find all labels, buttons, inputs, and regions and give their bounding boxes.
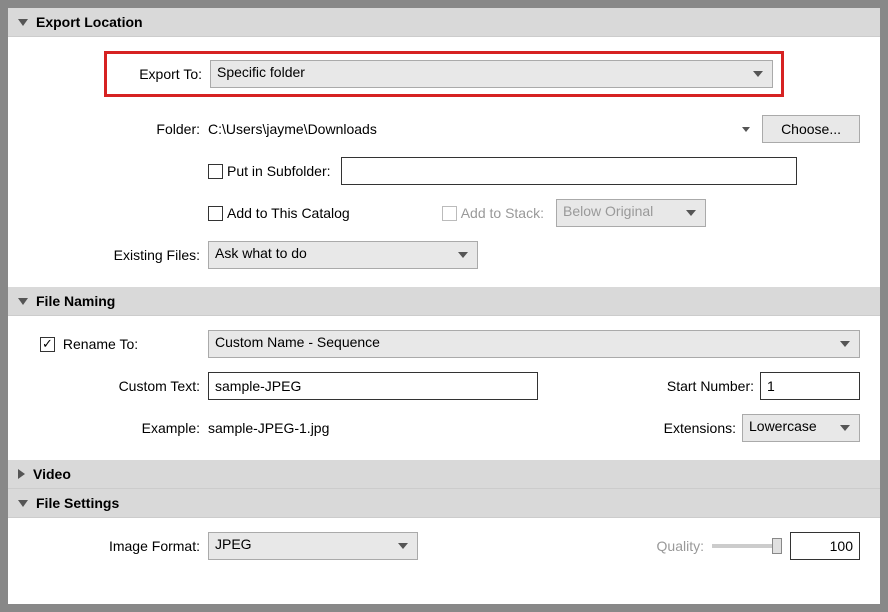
section-header-file-settings[interactable]: File Settings <box>8 489 880 518</box>
slider-thumb[interactable] <box>772 538 782 554</box>
existing-files-label: Existing Files: <box>28 247 208 263</box>
put-in-subfolder-label: Put in Subfolder: <box>227 163 331 179</box>
export-to-select[interactable]: Specific folder <box>210 60 773 88</box>
extensions-select[interactable]: Lowercase <box>742 414 860 442</box>
rename-template-select[interactable]: Custom Name - Sequence <box>208 330 860 358</box>
start-number-input[interactable] <box>760 372 860 400</box>
section-title: File Naming <box>36 293 115 309</box>
section-body-export-location: Export To: Specific folder Folder: C:\Us… <box>8 37 880 287</box>
image-format-select[interactable]: JPEG <box>208 532 418 560</box>
add-to-stack-label: Add to Stack: <box>461 205 544 221</box>
custom-text-input[interactable] <box>208 372 538 400</box>
quality-label: Quality: <box>657 538 704 554</box>
folder-dropdown-icon[interactable] <box>742 127 750 132</box>
export-to-highlight: Export To: Specific folder <box>104 51 784 97</box>
add-to-stack-checkbox <box>442 206 457 221</box>
disclosure-icon <box>18 298 28 305</box>
disclosure-icon <box>18 500 28 507</box>
choose-button[interactable]: Choose... <box>762 115 860 143</box>
folder-label: Folder: <box>28 121 208 137</box>
extensions-label: Extensions: <box>664 420 736 436</box>
section-title: Export Location <box>36 14 143 30</box>
put-in-subfolder-checkbox[interactable] <box>208 164 223 179</box>
rename-to-checkbox[interactable] <box>40 337 55 352</box>
subfolder-input[interactable] <box>341 157 797 185</box>
disclosure-icon <box>18 19 28 26</box>
section-header-file-naming[interactable]: File Naming <box>8 287 880 316</box>
export-to-label: Export To: <box>115 66 210 82</box>
add-to-catalog-label: Add to This Catalog <box>227 205 350 221</box>
example-value: sample-JPEG-1.jpg <box>208 420 329 436</box>
folder-path: C:\Users\jayme\Downloads <box>208 121 377 137</box>
example-label: Example: <box>28 420 208 436</box>
stack-position-select: Below Original <box>556 199 706 227</box>
existing-files-select[interactable]: Ask what to do <box>208 241 478 269</box>
rename-to-label: Rename To: <box>63 336 138 352</box>
section-header-export-location[interactable]: Export Location <box>8 8 880 37</box>
add-to-catalog-checkbox[interactable] <box>208 206 223 221</box>
disclosure-icon <box>18 469 25 479</box>
section-title: File Settings <box>36 495 119 511</box>
start-number-label: Start Number: <box>667 378 754 394</box>
section-body-file-settings: Image Format: JPEG Quality: <box>8 518 880 564</box>
section-header-video[interactable]: Video <box>8 460 880 489</box>
image-format-label: Image Format: <box>28 538 208 554</box>
section-title: Video <box>33 466 71 482</box>
section-body-file-naming: Rename To: Custom Name - Sequence Custom… <box>8 316 880 460</box>
export-panel: Export Location Export To: Specific fold… <box>8 8 880 604</box>
custom-text-label: Custom Text: <box>28 378 208 394</box>
quality-input[interactable] <box>790 532 860 560</box>
quality-slider[interactable] <box>712 544 782 548</box>
